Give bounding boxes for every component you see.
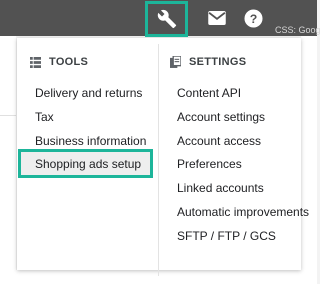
tools-heading: TOOLS [30,56,88,68]
menu-item-business-information[interactable]: Business information [35,134,146,148]
background-panel-right [301,36,317,284]
menu-column-divider [158,44,159,276]
menu-item-delivery-and-returns[interactable]: Delivery and returns [35,86,142,100]
background-divider [0,115,16,116]
menu-item-linked-accounts[interactable]: Linked accounts [177,181,264,195]
menu-item-sftp-ftp-gcs[interactable]: SFTP / FTP / GCS [177,229,276,243]
css-label: CSS: Goog [275,25,320,35]
tools-button[interactable] [145,1,188,37]
menu-item-shopping-ads-setup[interactable]: Shopping ads setup [35,157,141,171]
menu-item-account-access[interactable]: Account access [177,134,261,148]
help-button[interactable]: ? [241,6,265,30]
menu-item-account-settings[interactable]: Account settings [177,110,265,124]
top-app-bar: ? CSS: Goog [0,0,320,37]
mail-button[interactable] [205,6,229,30]
settings-heading-label: SETTINGS [189,56,247,68]
menu-item-automatic-improvements[interactable]: Automatic improvements [177,205,309,219]
menu-item-content-api[interactable]: Content API [177,86,241,100]
mail-icon [208,11,226,25]
background-panel [0,36,16,284]
tools-heading-label: TOOLS [49,56,89,68]
settings-heading: SETTINGS [170,56,246,68]
help-icon: ? [243,8,263,28]
svg-text:?: ? [249,11,257,25]
menu-item-tax[interactable]: Tax [35,110,54,124]
copy-icon [170,56,181,68]
wrench-icon [157,9,176,29]
list-icon [30,56,41,68]
menu-item-preferences[interactable]: Preferences [177,157,242,171]
